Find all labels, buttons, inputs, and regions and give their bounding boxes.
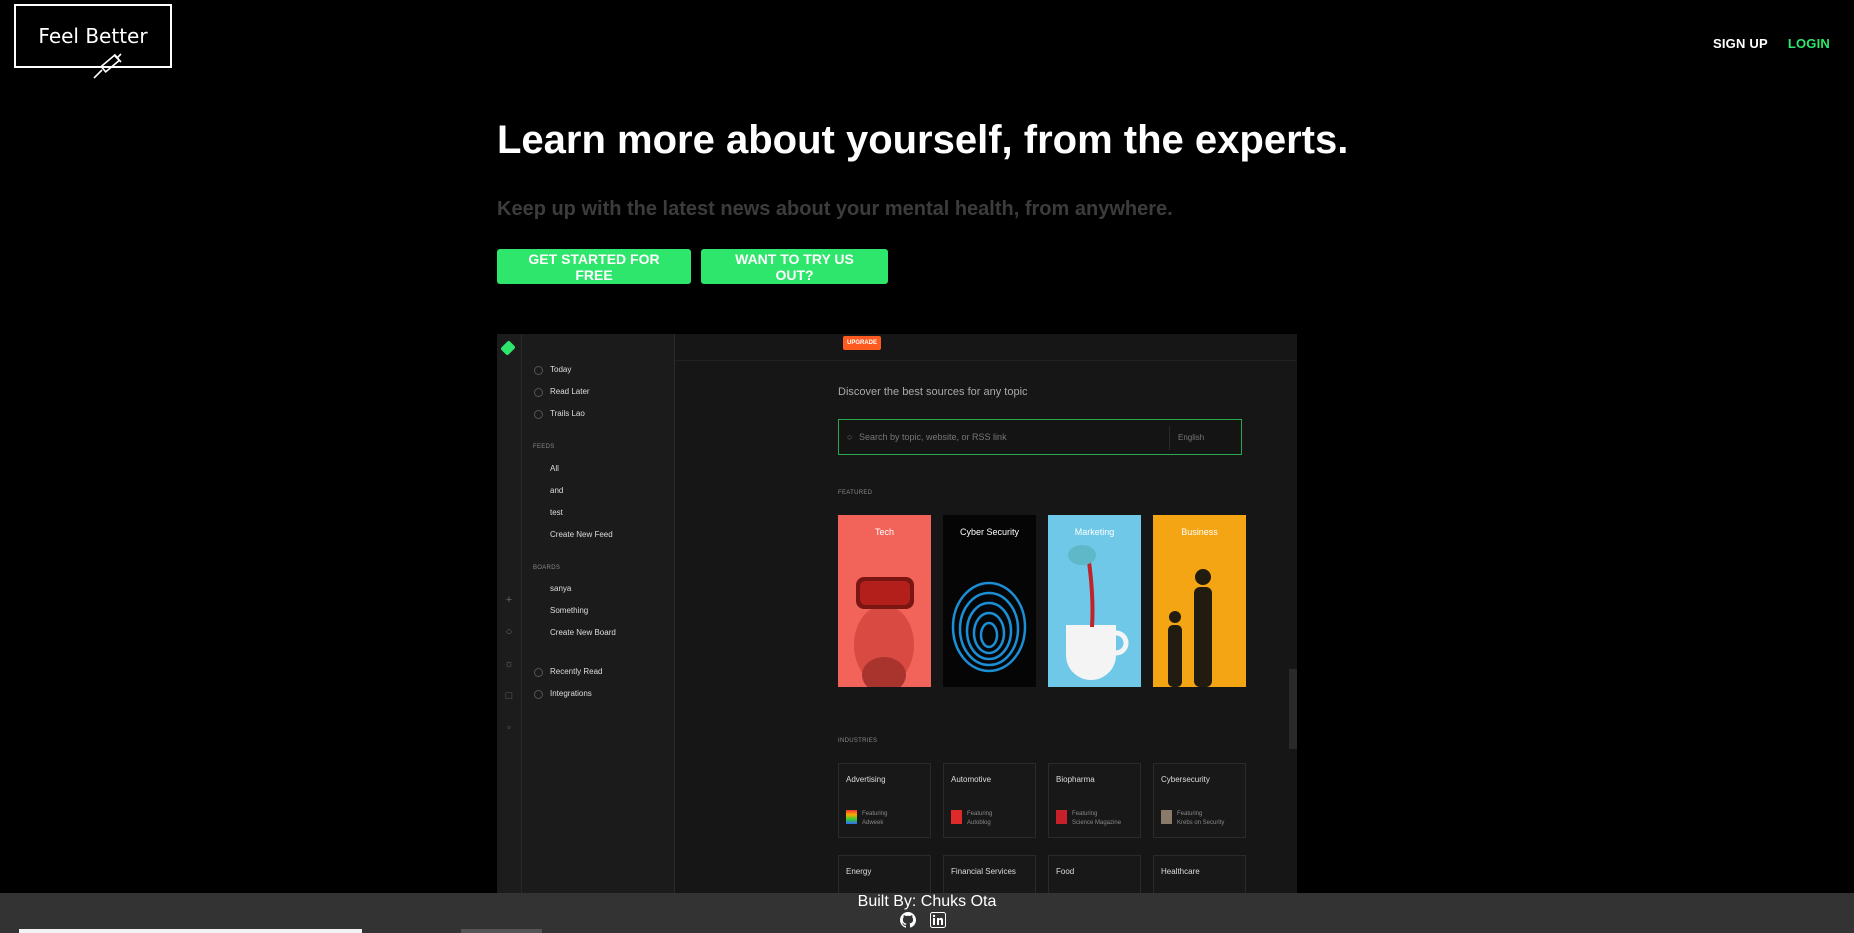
boards-header: BOARDS (533, 565, 561, 571)
sidebar-item-integrations: Integrations (550, 689, 592, 698)
industry-name: Energy (846, 867, 872, 876)
get-started-button[interactable]: GET STARTED FOR FREE (497, 249, 691, 284)
hero-subtitle: Keep up with the latest news about your … (497, 198, 1173, 220)
industry-name: Food (1056, 867, 1075, 876)
industry-name: Advertising (846, 775, 886, 784)
industry-featuring: Featuring Adweek (862, 811, 888, 826)
create-new-feed: Create New Feed (550, 530, 613, 539)
featured-card-cyber-security: Cyber Security (943, 515, 1036, 687)
create-new-board: Create New Board (550, 628, 616, 637)
github-icon[interactable] (900, 912, 916, 928)
preview-main: UPGRADE Discover the best sources for an… (675, 334, 1297, 894)
board-sanya: sanya (550, 584, 572, 593)
trails-icon (534, 410, 543, 419)
upgrade-badge: UPGRADE (843, 336, 882, 350)
signup-link[interactable]: SIGN UP (1713, 36, 1768, 51)
fingerprint-image (951, 581, 1027, 673)
industry-featuring: Featuring Krebs on Security (1177, 811, 1225, 826)
plus-icon: + (505, 594, 513, 606)
featured-card-marketing: Marketing (1048, 515, 1141, 687)
app-preview-image: + ○ ☼ □ ◦ Today Read Later Trails Lao FE… (497, 334, 1297, 894)
industry-card-food: Food (1048, 855, 1141, 894)
try-us-out-button[interactable]: WANT TO TRY US OUT? (701, 249, 888, 284)
today-icon (534, 366, 543, 375)
industry-card-advertising: Advertising Featuring Adweek (838, 763, 931, 838)
hero-title: Learn more about yourself, from the expe… (497, 118, 1349, 162)
integrations-icon (534, 690, 543, 699)
preview-search-box: ○ Search by topic, website, or RSS link … (838, 419, 1242, 455)
footer: Built By: Chuks Ota (0, 893, 1854, 933)
feed-test: test (550, 508, 563, 517)
board-something: Something (550, 606, 589, 615)
read-later-icon (534, 388, 543, 397)
language-select: English (1169, 426, 1237, 450)
industry-featuring: Featuring Autoblog (967, 811, 993, 826)
linkedin-icon[interactable] (930, 912, 946, 928)
horizontal-scrollbar-segment (461, 929, 542, 933)
feed-all: All (550, 464, 559, 473)
industry-name: Automotive (951, 775, 992, 784)
cup-image (1066, 545, 1129, 680)
industries-header: INDUSTRIES (838, 738, 878, 744)
login-link[interactable]: LOGIN (1788, 36, 1830, 51)
discover-heading: Discover the best sources for any topic (838, 386, 1028, 398)
autoblog-logo-icon (951, 810, 962, 824)
syringe-icon (93, 53, 122, 79)
brand-name: Feel Better (38, 24, 148, 48)
top-nav: SIGN UP LOGIN (1713, 36, 1830, 51)
industry-card-healthcare: Healthcare (1153, 855, 1246, 894)
preview-sidebar: Today Read Later Trails Lao FEEDS All an… (522, 334, 675, 894)
industry-name: Healthcare (1161, 867, 1200, 876)
industry-card-energy: Energy (838, 855, 931, 894)
horizontal-scrollbar-thumb[interactable] (19, 929, 362, 933)
sidebar-item-trails: Trails Lao (550, 409, 585, 418)
featured-card-business: Business (1153, 515, 1246, 687)
featured-label-tech: Tech (874, 527, 894, 537)
science-logo-icon (1056, 810, 1067, 824)
featured-card-tech: Tech (838, 515, 931, 687)
preview-icon-rail: + ○ ☼ □ ◦ (497, 334, 522, 894)
feeds-header: FEEDS (533, 444, 555, 450)
sidebar-item-read-later: Read Later (550, 387, 590, 396)
industry-card-financial-services: Financial Services (943, 855, 1036, 894)
sun-icon: ☼ (503, 658, 515, 670)
preview-scrollbar (1289, 669, 1297, 749)
featured-label-cyber-security: Cyber Security (959, 527, 1020, 537)
industry-card-biopharma: Biopharma Featuring Science Magazine (1048, 763, 1141, 838)
industry-card-cybersecurity: Cybersecurity Featuring Krebs on Security (1153, 763, 1246, 838)
industry-featuring: Featuring Science Magazine (1072, 811, 1122, 826)
featured-label-business: Business (1181, 527, 1218, 537)
featured-header: FEATURED (838, 490, 873, 496)
built-by-text: Built By: Chuks Ota (857, 893, 997, 910)
business-people-image (1168, 569, 1212, 687)
industry-name: Biopharma (1056, 775, 1095, 784)
adweek-logo-icon (846, 810, 857, 824)
vr-headset-image (854, 577, 914, 687)
search-icon: ○ (505, 626, 513, 638)
featured-label-marketing: Marketing (1074, 527, 1115, 537)
feedly-logo-icon (500, 340, 516, 356)
help-icon: ◦ (507, 722, 511, 734)
industry-card-automotive: Automotive Featuring Autoblog (943, 763, 1036, 838)
search-placeholder: Search by topic, website, or RSS link (859, 432, 1007, 442)
feed-and: and (550, 486, 564, 495)
industry-name: Cybersecurity (1161, 775, 1210, 784)
sidebar-item-today: Today (550, 365, 572, 374)
magnifier-icon: ○ (847, 432, 853, 442)
krebs-avatar-icon (1161, 810, 1172, 824)
logo[interactable]: Feel Better (14, 4, 172, 79)
recently-read-icon (534, 668, 543, 677)
industry-name: Financial Services (951, 867, 1016, 876)
gift-icon: □ (505, 690, 513, 702)
preview-topbar: UPGRADE (675, 334, 1297, 361)
sidebar-item-recently-read: Recently Read (550, 667, 603, 676)
